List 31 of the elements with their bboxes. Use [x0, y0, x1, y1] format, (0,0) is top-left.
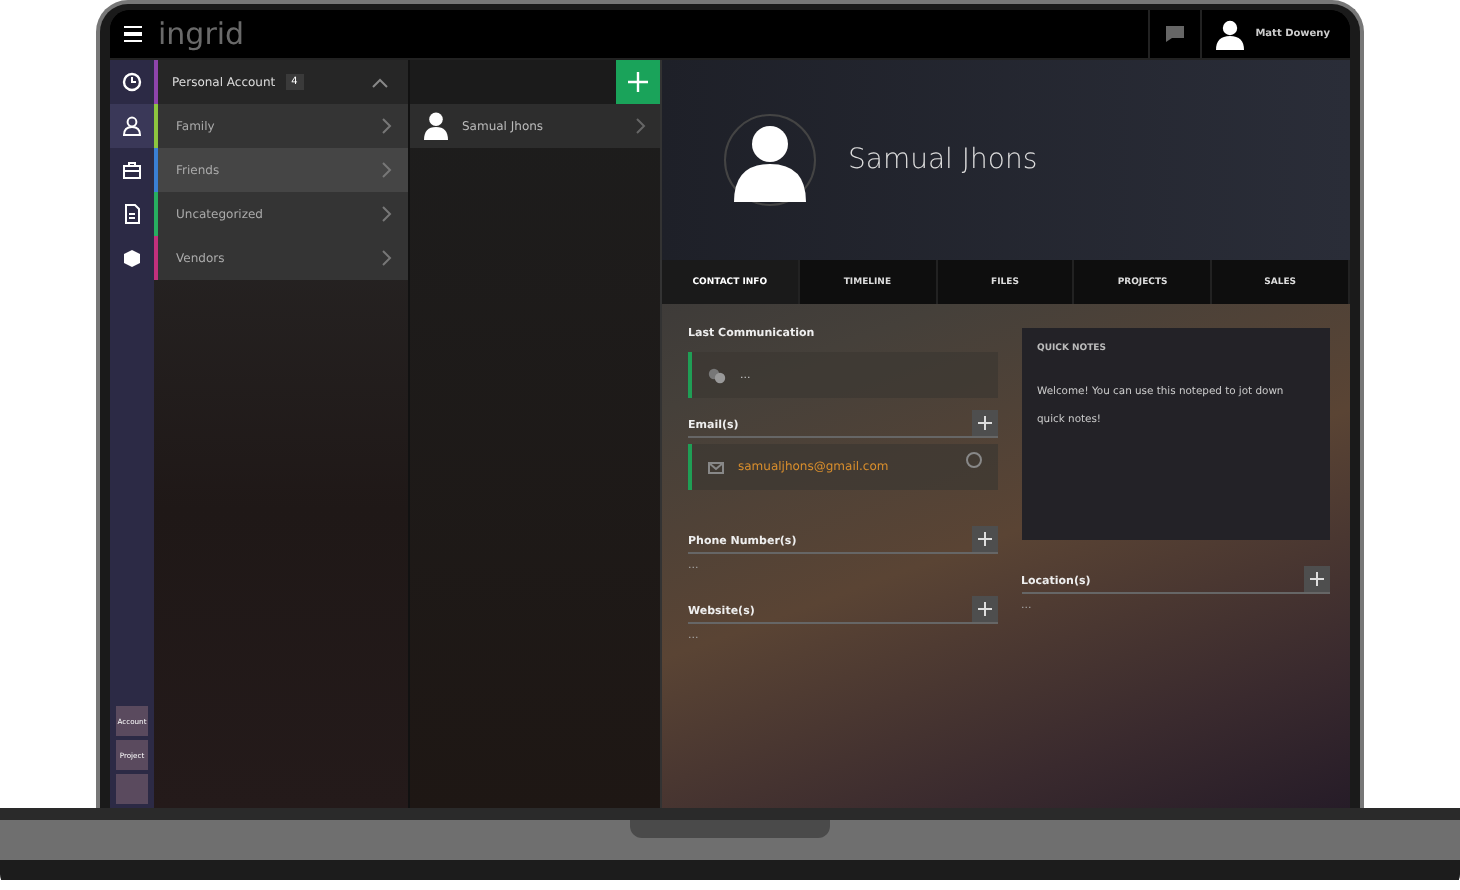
add-button[interactable] [971, 596, 997, 622]
avatar-icon [724, 114, 816, 206]
chat-bubbles-icon [708, 367, 726, 383]
add-button[interactable] [1304, 566, 1330, 592]
add-contact-button[interactable] [616, 60, 660, 104]
plus-icon [977, 416, 991, 430]
person-icon [122, 116, 142, 136]
chat-icon[interactable] [1163, 24, 1186, 44]
menu-icon[interactable] [124, 25, 142, 43]
chevron-icon[interactable] [372, 77, 388, 87]
logo: ingrid [158, 16, 245, 52]
plus-icon [977, 532, 991, 546]
box-icon [122, 248, 142, 268]
contact-name: Samual Jhons [848, 144, 1038, 176]
person-icon [424, 112, 448, 140]
plus-icon [628, 72, 648, 92]
chevron-right-icon [382, 250, 392, 266]
chevron-right-icon [382, 162, 392, 178]
plus-icon [1310, 572, 1324, 586]
radio-button[interactable] [965, 452, 981, 468]
chevron-right-icon [382, 206, 392, 222]
document-icon [122, 204, 142, 224]
envelope-icon [708, 461, 724, 473]
chevron-right-icon [636, 118, 646, 134]
user-avatar-icon[interactable] [1215, 19, 1244, 49]
briefcase-icon [122, 160, 142, 180]
chevron-right-icon [382, 118, 392, 134]
plus-icon [977, 602, 991, 616]
add-button[interactable] [971, 526, 997, 552]
add-button[interactable] [971, 410, 997, 436]
clock-icon [122, 72, 142, 92]
